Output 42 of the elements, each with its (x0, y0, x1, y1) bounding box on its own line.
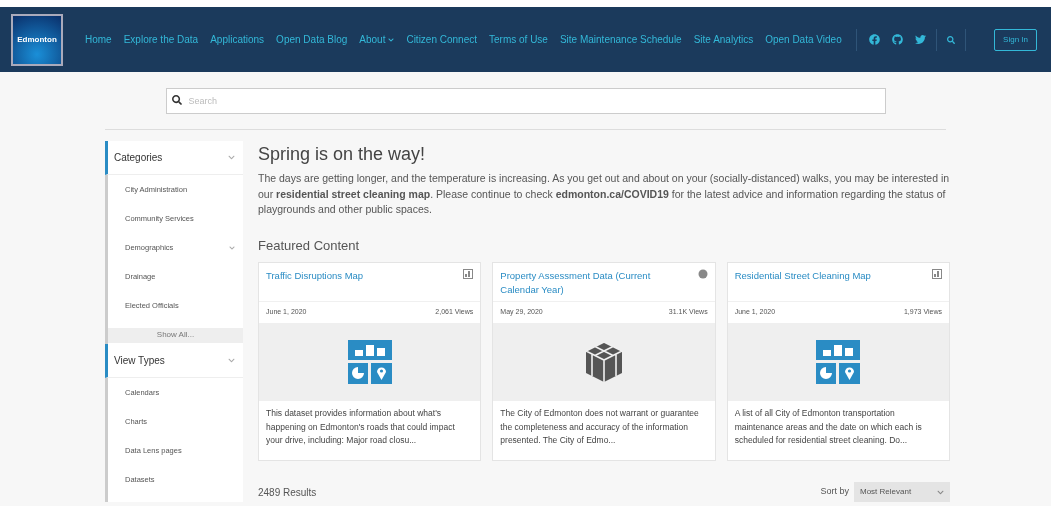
filter-section-header[interactable]: Categories (105, 141, 243, 175)
caret-icon (937, 488, 944, 496)
github-icon[interactable] (891, 34, 903, 45)
facebook-icon[interactable] (868, 34, 880, 45)
filter-section-header[interactable]: View Types (105, 344, 243, 378)
logo[interactable]: Edmonton (11, 13, 63, 66)
card-description: The City of Edmonton does not warrant or guarantee the completeness and accuracy of the information presented. The City of Edmo... (499, 407, 700, 447)
visualization-icon (347, 340, 392, 384)
caret-icon (388, 36, 395, 43)
nav-link[interactable]: Terms of Use (489, 32, 548, 47)
results-count: 2489 Results (258, 485, 317, 500)
nav-link[interactable]: About (359, 32, 395, 47)
nav-link[interactable]: Applications (210, 32, 265, 47)
show-all-button[interactable]: Show All... (108, 327, 243, 343)
chart-type-icon (932, 269, 942, 279)
nav-link[interactable]: Open Data Blog (276, 32, 348, 47)
search-icon (171, 95, 182, 105)
card-description: This dataset provides information about what's happening on Edmonton's roads that could impact your drive, including: Major road closu... (265, 407, 456, 447)
twitter-icon[interactable] (914, 34, 926, 45)
featured-card[interactable] (492, 262, 716, 461)
visualization-icon (816, 340, 861, 384)
chart-type-icon (463, 269, 474, 279)
sign-in-button[interactable]: Sign In (994, 28, 1037, 51)
announcement-title: Spring is on the way! (258, 143, 427, 165)
nav-link[interactable]: Explore the Data (123, 32, 199, 47)
card-title[interactable]: Residential Street Cleaning Map (734, 269, 885, 283)
search-icon[interactable] (946, 35, 955, 44)
chevron-icon (229, 244, 235, 251)
announcement-text: The days are getting longer, and the temperature is increasing. As you get out and about on your (socially-distanced) walks, you may be interested in our residential street cleaning map. Please continue to check edmonton.ca/COVID19 for the latest advice and information regarding the status of playgrounds and other public spaces. (258, 171, 950, 217)
card-title[interactable]: Property Assessment Data (Current Calendar Year) (500, 269, 651, 297)
search-field[interactable]: Search (165, 88, 886, 114)
nav-link[interactable]: Citizen Connect (406, 32, 477, 47)
sort-dropdown[interactable]: Most Relevant (854, 482, 950, 502)
nav-link[interactable]: Home (85, 32, 112, 47)
nav-link[interactable]: Open Data Video (765, 32, 842, 47)
card-description: A list of all City of Edmonton transportation maintenance areas and the date on which each is scheduled for residential street cleaning. Do... (733, 407, 923, 447)
sort-label: Sort by (820, 485, 849, 499)
card-title[interactable]: Traffic Disruptions Map (266, 269, 416, 283)
nav-link[interactable]: Site Analytics (693, 32, 754, 47)
dataset-type-icon (697, 269, 708, 279)
section-title: Featured Content (258, 236, 361, 255)
nav-link[interactable]: Site Maintenance Schedule (559, 32, 682, 47)
